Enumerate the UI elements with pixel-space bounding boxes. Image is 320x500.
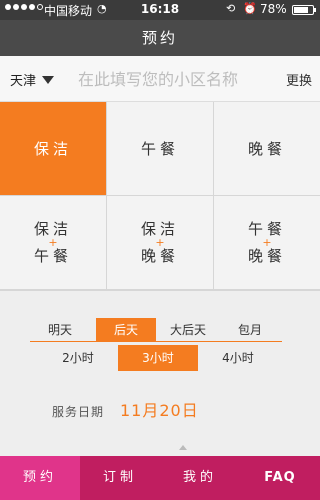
- service-lunch-dinner[interactable]: 午餐 + 晚餐: [214, 196, 320, 290]
- tab-custom[interactable]: 订制: [80, 456, 160, 500]
- service-label-bottom: 午餐: [33, 247, 72, 265]
- battery-icon: [292, 5, 316, 15]
- duration-selector: 2小时 3小时 4小时: [38, 345, 278, 371]
- plus-icon: +: [262, 236, 272, 249]
- plus-icon: +: [48, 236, 58, 249]
- plus-icon: +: [155, 236, 165, 249]
- battery-percent: 78%: [260, 2, 287, 16]
- service-label: 午餐: [140, 140, 179, 158]
- city-label: 天津: [10, 74, 37, 89]
- service-date-value[interactable]: 11月20日: [120, 397, 199, 421]
- city-selector[interactable]: 天津: [10, 70, 55, 89]
- dropdown-arrow-icon: [42, 75, 55, 84]
- booking-options: 明天 后天 大后天 包月 2小时 3小时 4小时 服务日期 11月20日: [0, 290, 320, 456]
- day-option-three-days[interactable]: 大后天: [158, 318, 218, 342]
- duration-option-4h[interactable]: 4小时: [198, 345, 278, 371]
- tab-booking[interactable]: 预约: [0, 456, 80, 500]
- service-cleaning-dinner[interactable]: 保洁 + 晚餐: [107, 196, 214, 290]
- alarm-icon: ⏰: [243, 2, 257, 15]
- duration-option-2h[interactable]: 2小时: [38, 345, 118, 371]
- status-bar: 中国移动 ◔ 16:18 ⟲ ⏰ 78%: [0, 0, 320, 20]
- nav-bar: 预约: [0, 20, 320, 56]
- service-label: 晚餐: [247, 140, 286, 158]
- service-label: 保洁: [33, 140, 72, 158]
- day-option-tomorrow[interactable]: 明天: [30, 318, 90, 342]
- page-title: 预约: [141, 29, 178, 47]
- day-option-day-after[interactable]: 后天: [96, 318, 156, 342]
- service-date-label: 服务日期: [52, 405, 105, 419]
- service-lunch[interactable]: 午餐: [107, 102, 214, 196]
- service-label-bottom: 晚餐: [140, 247, 179, 265]
- service-label-bottom: 晚餐: [247, 247, 286, 265]
- tab-faq[interactable]: FAQ: [240, 456, 320, 500]
- service-dinner[interactable]: 晚餐: [214, 102, 320, 196]
- duration-option-3h[interactable]: 3小时: [118, 345, 198, 371]
- day-option-monthly[interactable]: 包月: [220, 318, 280, 342]
- service-cleaning-lunch[interactable]: 保洁 + 午餐: [0, 196, 107, 290]
- battery-fill: [294, 7, 308, 13]
- community-search-bar: 天津 更换: [0, 56, 320, 102]
- community-input[interactable]: [78, 64, 270, 94]
- service-cleaning[interactable]: 保洁: [0, 102, 107, 196]
- rotation-lock-icon: ⟲: [226, 2, 236, 15]
- expand-arrow-icon[interactable]: [179, 445, 187, 450]
- service-grid: 保洁 午餐 晚餐 保洁 + 午餐 保洁 + 晚餐 午餐 + 晚餐: [0, 102, 320, 290]
- bottom-tab-bar: 预约 订制 我的 FAQ: [0, 456, 320, 500]
- switch-button[interactable]: 更换: [286, 70, 312, 89]
- tab-mine[interactable]: 我的: [160, 456, 240, 500]
- day-selector: 明天 后天 大后天 包月: [30, 318, 282, 342]
